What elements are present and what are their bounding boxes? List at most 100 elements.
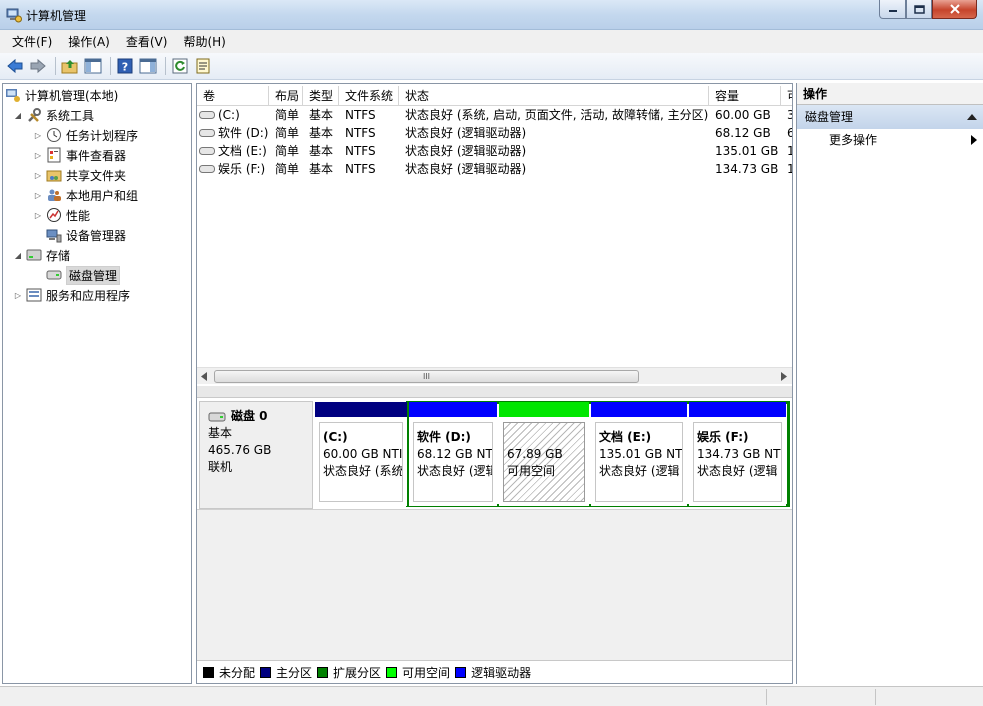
scroll-thumb[interactable]: III — [214, 370, 639, 383]
partition-details: 软件 (D:) 68.12 GB NTI 状态良好 (逻辑 — [413, 422, 493, 502]
collapse-up-icon[interactable] — [967, 112, 977, 122]
more-actions-item[interactable]: 更多操作 — [797, 129, 983, 151]
actions-section-disk-management[interactable]: 磁盘管理 — [797, 105, 983, 129]
show-hide-action-pane-button[interactable] — [138, 56, 158, 76]
partition-title: 娱乐 (F:) — [697, 430, 749, 444]
storage-icon — [26, 247, 42, 263]
users-icon — [46, 187, 62, 203]
column-header[interactable]: 布局 — [269, 86, 303, 106]
tree-expander-icon[interactable]: ▷ — [33, 211, 43, 220]
tree-item[interactable]: 设备管理器 — [33, 226, 126, 244]
properties-button[interactable] — [193, 56, 213, 76]
tree-expander-icon[interactable]: ▷ — [33, 171, 43, 180]
tree-expander-icon[interactable]: ▷ — [33, 131, 43, 140]
tree-item[interactable]: ▷ 服务和应用程序 — [13, 286, 130, 304]
tree-item-label: 设备管理器 — [66, 228, 127, 243]
volume-row[interactable]: 文档 (E:) 简单基本 NTFS 状态良好 (逻辑驱动器) 135.01 GB1 — [197, 142, 792, 160]
volume-drive-icon — [199, 111, 218, 119]
volume-cell: 1 — [781, 142, 792, 160]
partition-size: 68.12 GB NTI — [417, 447, 493, 461]
volume-cell: 基本 — [309, 144, 334, 158]
volume-cell: 60.00 GB — [715, 108, 771, 122]
volume-cell: NTFS — [345, 162, 376, 176]
partition-title: 文档 (E:) — [599, 430, 652, 444]
volume-cell: 基本 — [309, 108, 334, 122]
volume-row[interactable]: 娱乐 (F:) 简单基本 NTFS 状态良好 (逻辑驱动器) 134.73 GB1 — [197, 160, 792, 178]
tree-item[interactable]: ◢ 系统工具 — [13, 106, 94, 124]
minimize-icon — [888, 10, 897, 12]
partition-block[interactable]: 娱乐 (F:) 134.73 GB NTI 状态良好 (逻辑 — [689, 402, 786, 506]
menu-action[interactable]: 操作(A) — [60, 33, 118, 50]
close-button[interactable] — [932, 0, 977, 19]
menu-file[interactable]: 文件(F) — [4, 33, 60, 50]
close-icon — [949, 4, 960, 14]
partition-block[interactable]: (C:) 60.00 GB NTI 状态良好 (系统 — [315, 402, 407, 506]
tree-item[interactable]: 计算机管理(本地) — [5, 86, 118, 104]
partition-color-bar — [315, 402, 407, 417]
minimize-button[interactable] — [879, 0, 906, 19]
back-button[interactable] — [5, 56, 25, 76]
volume-cell: 状态良好 (逻辑驱动器) — [405, 162, 527, 176]
horizontal-scrollbar[interactable]: III — [197, 367, 792, 384]
scroll-right-icon[interactable] — [781, 372, 788, 381]
partition-title: 软件 (D:) — [417, 430, 471, 444]
toolbar-separator — [165, 57, 166, 75]
submenu-arrow-icon — [971, 135, 977, 145]
tree-item[interactable]: ▷ 本地用户和组 — [33, 186, 138, 204]
tree-expander-icon[interactable]: ▷ — [33, 191, 43, 200]
tree-item[interactable]: ▷ 事件查看器 — [33, 146, 126, 164]
maximize-icon — [913, 4, 925, 14]
volume-cell: 135.01 GB — [715, 144, 779, 158]
tree-item[interactable]: ◢ 存储 — [13, 246, 70, 264]
actions-section-label: 磁盘管理 — [805, 110, 854, 124]
column-header[interactable]: 文件系统 — [339, 86, 399, 106]
disk-name: 磁盘 0 — [231, 409, 268, 423]
volume-name: 文档 (E:) — [218, 144, 267, 158]
disk-0-info[interactable]: 磁盘 0 基本 465.76 GB 联机 — [199, 401, 313, 509]
partition-block[interactable]: 67.89 GB 可用空间 — [499, 402, 589, 506]
column-header[interactable]: 卷 — [197, 86, 269, 106]
up-level-button[interactable] — [60, 56, 80, 76]
volume-cell: 基本 — [309, 162, 334, 176]
menu-view[interactable]: 查看(V) — [118, 33, 176, 50]
refresh-button[interactable] — [170, 56, 190, 76]
disk-drive-icon — [208, 412, 226, 421]
volume-row[interactable]: 软件 (D:) 简单基本 NTFS 状态良好 (逻辑驱动器) 68.12 GB 6 — [197, 124, 792, 142]
legend-swatch — [455, 667, 467, 678]
maximize-button[interactable] — [906, 0, 932, 19]
volume-name-cell: 软件 (D:) — [197, 124, 269, 142]
tree-item[interactable]: ▷ 性能 — [33, 206, 90, 224]
tree-expander-icon[interactable]: ◢ — [13, 251, 23, 260]
forward-button[interactable] — [28, 56, 48, 76]
pane-splitter[interactable] — [197, 386, 792, 398]
partition-block[interactable]: 软件 (D:) 68.12 GB NTI 状态良好 (逻辑 — [409, 402, 497, 506]
column-header[interactable]: 状态 — [399, 86, 709, 106]
volume-row[interactable]: (C:) 简单 基本 NTFS 状态良好 (系统, 启动, 页面文件, 活动, 故障转储… — [197, 106, 792, 124]
computer-management-icon — [5, 87, 21, 103]
status-bar — [0, 686, 983, 706]
show-hide-console-tree-button[interactable] — [83, 56, 103, 76]
partition-details: 文档 (E:) 135.01 GB NTI 状态良好 (逻辑 — [595, 422, 683, 502]
help-button[interactable]: ? — [115, 56, 135, 76]
tree-expander-icon[interactable]: ▷ — [33, 151, 43, 160]
computer-management-icon — [6, 8, 22, 23]
column-header[interactable]: 可 — [781, 86, 792, 106]
tree-item[interactable]: 磁盘管理 — [33, 265, 121, 285]
column-header[interactable]: 容量 — [709, 86, 781, 106]
tree-item[interactable]: ▷ 共享文件夹 — [33, 166, 126, 184]
scroll-left-icon[interactable] — [201, 372, 208, 381]
properties-icon — [196, 58, 210, 74]
disk-size: 465.76 GB — [208, 443, 272, 457]
legend-label: 未分配 — [219, 666, 256, 680]
partition-block[interactable]: 文档 (E:) 135.01 GB NTI 状态良好 (逻辑 — [591, 402, 687, 506]
volume-list-header: 卷布局类型文件系统状态容量可 — [197, 86, 792, 106]
legend-label: 主分区 — [276, 666, 313, 680]
legend-label: 扩展分区 — [333, 666, 382, 680]
tree-expander-icon[interactable]: ◢ — [13, 111, 23, 120]
column-header[interactable]: 类型 — [303, 86, 339, 106]
volume-name: (C:) — [218, 108, 240, 122]
tree-expander-icon[interactable]: ▷ — [13, 291, 23, 300]
title-bar[interactable]: 计算机管理 — [0, 0, 983, 30]
menu-help[interactable]: 帮助(H) — [175, 33, 233, 50]
tree-item[interactable]: ▷ 任务计划程序 — [33, 126, 138, 144]
